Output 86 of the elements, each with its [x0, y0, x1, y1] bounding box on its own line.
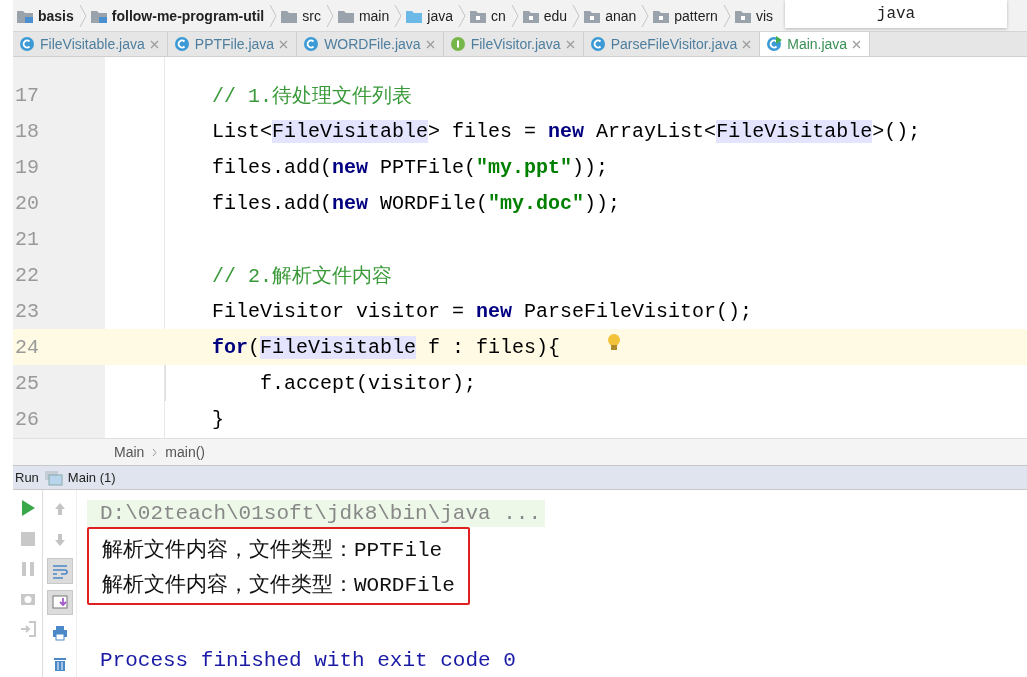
class-icon: [173, 36, 190, 52]
sign-in-icon: [19, 621, 36, 637]
class-icon: [303, 36, 320, 52]
scroll-to-end-icon: [51, 594, 68, 611]
chevron-icon: [394, 4, 403, 27]
code-text: FileVisitor visitor = new ParseFileVisitor();: [211, 298, 753, 325]
close-icon: [742, 39, 752, 49]
file-tab[interactable]: FileVisitor.java: [443, 32, 584, 56]
pause-icon: [19, 561, 36, 577]
module-icon: [90, 8, 107, 23]
line-number: 21: [14, 227, 40, 251]
folder-icon: [337, 8, 354, 23]
toolbar-button[interactable]: [46, 558, 73, 584]
line-number: 26: [14, 407, 40, 431]
code-text: f.accept(visitor);: [259, 370, 477, 397]
console-line: 解析文件内容，文件类型：WORDFile: [101, 572, 456, 599]
line-number: 25: [14, 371, 40, 395]
code-text: List<FileVisitable> files = new ArrayList<FileVisitable>();: [211, 118, 921, 145]
code-text: for(FileVisitable f : files){: [105, 329, 561, 365]
chevron-icon: [269, 4, 278, 27]
folder-icon: [281, 8, 298, 23]
line-number: 24: [14, 335, 40, 359]
line-number: 17: [14, 83, 40, 107]
file-tab[interactable]: FileVisitable.java: [13, 32, 168, 56]
close-icon: [279, 39, 289, 49]
chevron-icon: [152, 447, 158, 457]
print-icon: [51, 625, 68, 642]
file-tab[interactable]: WORDFile.java: [297, 32, 444, 56]
chevron-icon: [722, 4, 731, 27]
toolbar-button[interactable]: [46, 589, 73, 615]
line-number: 23: [14, 299, 40, 323]
interface-icon: [449, 36, 466, 52]
breadcrumb-item[interactable]: src: [277, 7, 326, 24]
soft-wrap-icon: [51, 562, 68, 579]
breadcrumb-item[interactable]: main(): [165, 444, 206, 460]
package-icon: [653, 8, 670, 23]
package-icon: [734, 8, 751, 23]
class-icon: [766, 36, 783, 52]
chevron-icon: [510, 4, 519, 27]
breadcrumb-item[interactable]: main: [333, 7, 395, 24]
run-tab[interactable]: Main (1): [44, 469, 116, 486]
close-icon: [425, 39, 435, 49]
line-number: 18: [14, 119, 40, 143]
code-text: files.add(new WORDFile("my.doc"));: [211, 190, 621, 217]
run-icon: [19, 499, 36, 517]
breadcrumb-item[interactable]: Main: [114, 444, 145, 460]
breadcrumb-item[interactable]: follow-me-program-util: [86, 7, 270, 24]
close-icon: [149, 39, 159, 49]
breadcrumb-item[interactable]: anan: [580, 7, 642, 24]
file-tab[interactable]: Main.java: [760, 32, 871, 56]
breadcrumb-item[interactable]: vis: [730, 7, 778, 24]
breadcrumb-item[interactable]: pattern: [649, 7, 723, 24]
code-text: // 2.解析文件内容: [211, 263, 392, 290]
package-icon: [584, 8, 601, 23]
breadcrumb-item[interactable]: cn: [465, 7, 511, 24]
code-text: files.add(new PPTFile("my.ppt"));: [211, 154, 609, 181]
close-icon: [565, 39, 575, 49]
line-number: 19: [14, 155, 40, 179]
chevron-icon: [572, 4, 581, 27]
line-number: 22: [14, 263, 40, 287]
chevron-icon: [641, 4, 650, 27]
chevron-icon: [78, 4, 87, 27]
code-text: // 1.待处理文件列表: [211, 83, 412, 110]
run-label: Run: [15, 470, 39, 485]
breadcrumb-item[interactable]: java: [402, 7, 458, 24]
breadcrumb-item[interactable]: edu: [518, 7, 573, 24]
trash-icon: [51, 656, 68, 673]
file-tab[interactable]: PPTFile.java: [167, 32, 298, 56]
folder-icon: [406, 8, 423, 23]
class-icon: [589, 36, 606, 52]
package-icon: [522, 8, 539, 23]
console-line: 解析文件内容，文件类型：PPTFile: [101, 537, 444, 564]
chevron-icon: [325, 4, 334, 27]
camera-icon: [19, 591, 36, 607]
window-icon: [44, 469, 63, 486]
class-icon: [19, 36, 35, 52]
chevron-icon: [457, 4, 466, 27]
breadcrumb-item[interactable]: basis: [13, 7, 79, 24]
console-line: Process finished with exit code 0: [99, 647, 517, 674]
completion-popup[interactable]: java: [785, 0, 1007, 28]
line-number: 20: [14, 191, 40, 215]
module-icon: [17, 8, 33, 23]
package-icon: [469, 8, 486, 23]
code-text: }: [211, 406, 224, 433]
stop-icon: [19, 531, 36, 547]
close-icon: [852, 39, 862, 49]
